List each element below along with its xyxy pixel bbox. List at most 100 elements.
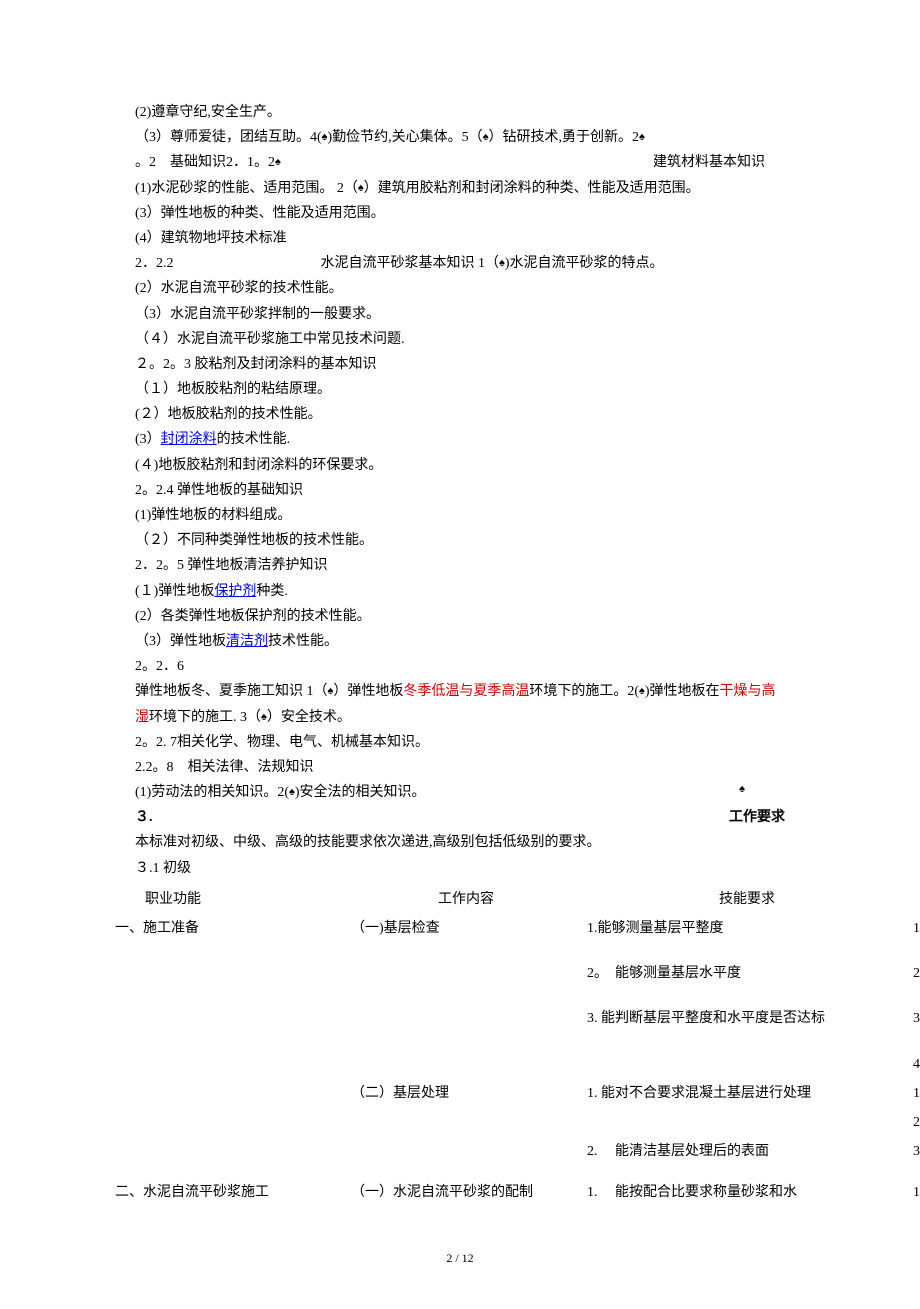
text: (4）建筑物地坪技术标准 bbox=[135, 231, 287, 246]
table-cell bbox=[351, 1050, 587, 1079]
text: （１）地板胶粘剂的粘结原理。 bbox=[135, 382, 331, 397]
skills-table: 职业功能 工作内容 技能要求 一、施工准备 （一)基层检查 1.能够测量基层平整… bbox=[115, 885, 920, 1208]
text: 工作要求 bbox=[729, 805, 785, 830]
table-cell: （一)基层检查 bbox=[351, 914, 587, 943]
text: 环境下的施工. 3（ bbox=[149, 710, 261, 725]
text: 2。2．6 bbox=[135, 659, 184, 674]
paragraph: (2)遵章守纪,安全生产。 bbox=[135, 100, 785, 125]
table-cell: 1。用水量 bbox=[913, 1178, 920, 1207]
table-row bbox=[115, 1034, 920, 1050]
table-header: 职业功能 bbox=[115, 885, 351, 914]
paragraph: (１)弹性地板保护剂种类. bbox=[135, 579, 785, 604]
paragraph: （１）地板胶粘剂的粘结原理。 bbox=[135, 377, 785, 402]
text: 2.2。8 相关法律、法规知识 bbox=[135, 760, 314, 775]
table-header bbox=[913, 885, 920, 914]
text: (2）水泥自流平砂浆的技术性能。 bbox=[135, 281, 343, 296]
table-cell: 2．测量基 bbox=[913, 959, 920, 988]
table-row bbox=[115, 988, 920, 1004]
text: （3）尊师爱徒，团结互助。4( bbox=[135, 130, 322, 145]
text: 2．2。5 弹性地板清洁养护知识 bbox=[135, 558, 328, 573]
text: （3）水泥自流平砂浆拌制的一般要求。 bbox=[135, 307, 380, 322]
spade-icon: ♠ bbox=[739, 780, 785, 805]
paragraph: （3）水泥自流平砂浆拌制的一般要求。 bbox=[135, 302, 785, 327]
table-row: 2. 能清洁基层处理后的表面 3. 基层处 bbox=[115, 1137, 920, 1166]
text: ３.1 初级 bbox=[135, 861, 191, 876]
text: 建筑材料基本知识 bbox=[281, 150, 785, 175]
table-cell: 1. 能按配合比要求称量砂浆和水 bbox=[587, 1178, 913, 1207]
text: ）钻研技术,勇于创新。2 bbox=[489, 130, 640, 145]
table-row: 4. 对基 bbox=[115, 1050, 920, 1079]
paragraph: 本标准对初级、中级、高级的技能要求依次递进,高级别包括低级别的要求。 bbox=[135, 830, 785, 855]
text: )弹性地板在 bbox=[645, 684, 720, 699]
text: ３. bbox=[135, 805, 153, 830]
text: 的技术性能. bbox=[217, 432, 291, 447]
table-cell bbox=[115, 1004, 351, 1033]
paragraph: ２。2。3 胶粘剂及封闭涂料的基本知识 bbox=[135, 352, 785, 377]
page-number: 2 / 12 bbox=[135, 1248, 785, 1270]
paragraph: 2．2.2 水泥自流平砂浆基本知识 1（♠)水泥自流平砂浆的特点。 bbox=[135, 251, 785, 276]
table-cell: 2. 能清洁基层处理后的表面 bbox=[587, 1137, 913, 1166]
table-cell bbox=[351, 1137, 587, 1166]
paragraph: 2。2．6 bbox=[135, 654, 785, 679]
text: 2。2.4 弹性地板的基础知识 bbox=[135, 483, 303, 498]
table-header: 工作内容 bbox=[351, 885, 587, 914]
text: 环境下的施工。2( bbox=[529, 684, 639, 699]
link-cleaner[interactable]: 清洁剂 bbox=[226, 634, 268, 649]
table-cell: 1．平整度 bbox=[913, 914, 920, 943]
text: ２。2。3 胶粘剂及封闭涂料的基本知识 bbox=[135, 357, 377, 372]
link-protectant[interactable]: 保护剂 bbox=[214, 584, 256, 599]
table-row: 3. 能判断基层平整度和水平度是否达标 3. 测量 bbox=[115, 1004, 920, 1033]
text: (２）地板胶粘剂的技术性能。 bbox=[135, 407, 322, 422]
table-row bbox=[115, 943, 920, 959]
text: (2）各类弹性地板保护剂的技术性能。 bbox=[135, 609, 371, 624]
paragraph: (２）地板胶粘剂的技术性能。 bbox=[135, 402, 785, 427]
text: )安全法的相关知识。 bbox=[295, 785, 426, 800]
paragraph: (1)水泥砂浆的性能、适用范围。 2（♠）建筑用胶粘剂和封闭涂料的种类、性能及适… bbox=[135, 176, 785, 201]
text: 水泥自流平砂浆基本知识 1（ bbox=[321, 256, 500, 271]
section-heading: ３. 工作要求 bbox=[135, 805, 785, 830]
text: (４)地板胶粘剂和封闭涂料的环保要求。 bbox=[135, 458, 382, 473]
text: 2。2. 7相关化学、物理、电气、机械基本知识。 bbox=[135, 735, 429, 750]
table-cell: 2. 吸尘器 bbox=[913, 1108, 920, 1137]
text: (3）弹性地板的种类、性能及适用范围。 bbox=[135, 206, 385, 221]
table-cell bbox=[115, 1137, 351, 1166]
paragraph: 2．2。5 弹性地板清洁养护知识 bbox=[135, 553, 785, 578]
paragraph: 。2 基础知识2．1。2♠ 建筑材料基本知识 bbox=[135, 150, 785, 175]
red-text: 冬季低温与夏季高温 bbox=[403, 684, 529, 699]
table-cell bbox=[351, 959, 587, 988]
text: (1)劳动法的相关知识。2( bbox=[135, 785, 289, 800]
paragraph: 2。2. 7相关化学、物理、电气、机械基本知识。 bbox=[135, 730, 785, 755]
text: (１)弹性地板 bbox=[135, 584, 214, 599]
paragraph: (3）封闭涂料的技术性能. bbox=[135, 427, 785, 452]
text: )水泥自流平砂浆的特点。 bbox=[505, 256, 664, 271]
table-cell bbox=[115, 1050, 351, 1079]
table-row bbox=[115, 1166, 920, 1178]
text: 技术性能。 bbox=[268, 634, 338, 649]
table-cell: （一）水泥自流平砂浆的配制 bbox=[351, 1178, 587, 1207]
paragraph: (４)地板胶粘剂和封闭涂料的环保要求。 bbox=[135, 453, 785, 478]
text: (2)遵章守纪,安全生产。 bbox=[135, 105, 281, 120]
paragraph: (4）建筑物地坪技术标准 bbox=[135, 226, 785, 251]
table-cell: 3. 测量 bbox=[913, 1004, 920, 1033]
text: ）建筑用胶粘剂和封闭涂料的种类、性能及适用范围。 bbox=[364, 181, 700, 196]
paragraph: 弹性地板冬、夏季施工知识 1（♠）弹性地板冬季低温与夏季高温环境下的施工。2(♠… bbox=[135, 679, 785, 729]
table-cell bbox=[587, 1050, 913, 1079]
text: 本标准对初级、中级、高级的技能要求依次递进,高级别包括低级别的要求。 bbox=[135, 835, 601, 850]
text: 。2 基础知识2．1。2 bbox=[135, 155, 275, 170]
table-header: 技能要求 bbox=[587, 885, 913, 914]
table-cell: 2。 能够测量基层水平度 bbox=[587, 959, 913, 988]
paragraph: (1)劳动法的相关知识。2(♠)安全法的相关知识。 ♠ bbox=[135, 780, 785, 805]
text: ）弹性地板 bbox=[333, 684, 403, 699]
table-cell bbox=[115, 1079, 351, 1108]
table-row: 一、施工准备 （一)基层检查 1.能够测量基层平整度 1．平整度 bbox=[115, 914, 920, 943]
table-cell: 3. 能判断基层平整度和水平度是否达标 bbox=[587, 1004, 913, 1033]
table-header-row: 职业功能 工作内容 技能要求 bbox=[115, 885, 920, 914]
paragraph: (3）弹性地板的种类、性能及适用范围。 bbox=[135, 201, 785, 226]
table-cell bbox=[587, 1108, 913, 1137]
text: )勤俭节约,关心集体。5（ bbox=[328, 130, 483, 145]
table-row: （二）基层处理 1. 能对不合要求混凝土基层进行处理 1. 混凝 bbox=[115, 1079, 920, 1108]
table-cell: 1. 混凝 bbox=[913, 1079, 920, 1108]
spade-icon: ♠ bbox=[639, 131, 645, 143]
link-sealing-coating[interactable]: 封闭涂料 bbox=[161, 432, 217, 447]
table-cell: 二、水泥自流平砂浆施工 bbox=[115, 1178, 351, 1207]
